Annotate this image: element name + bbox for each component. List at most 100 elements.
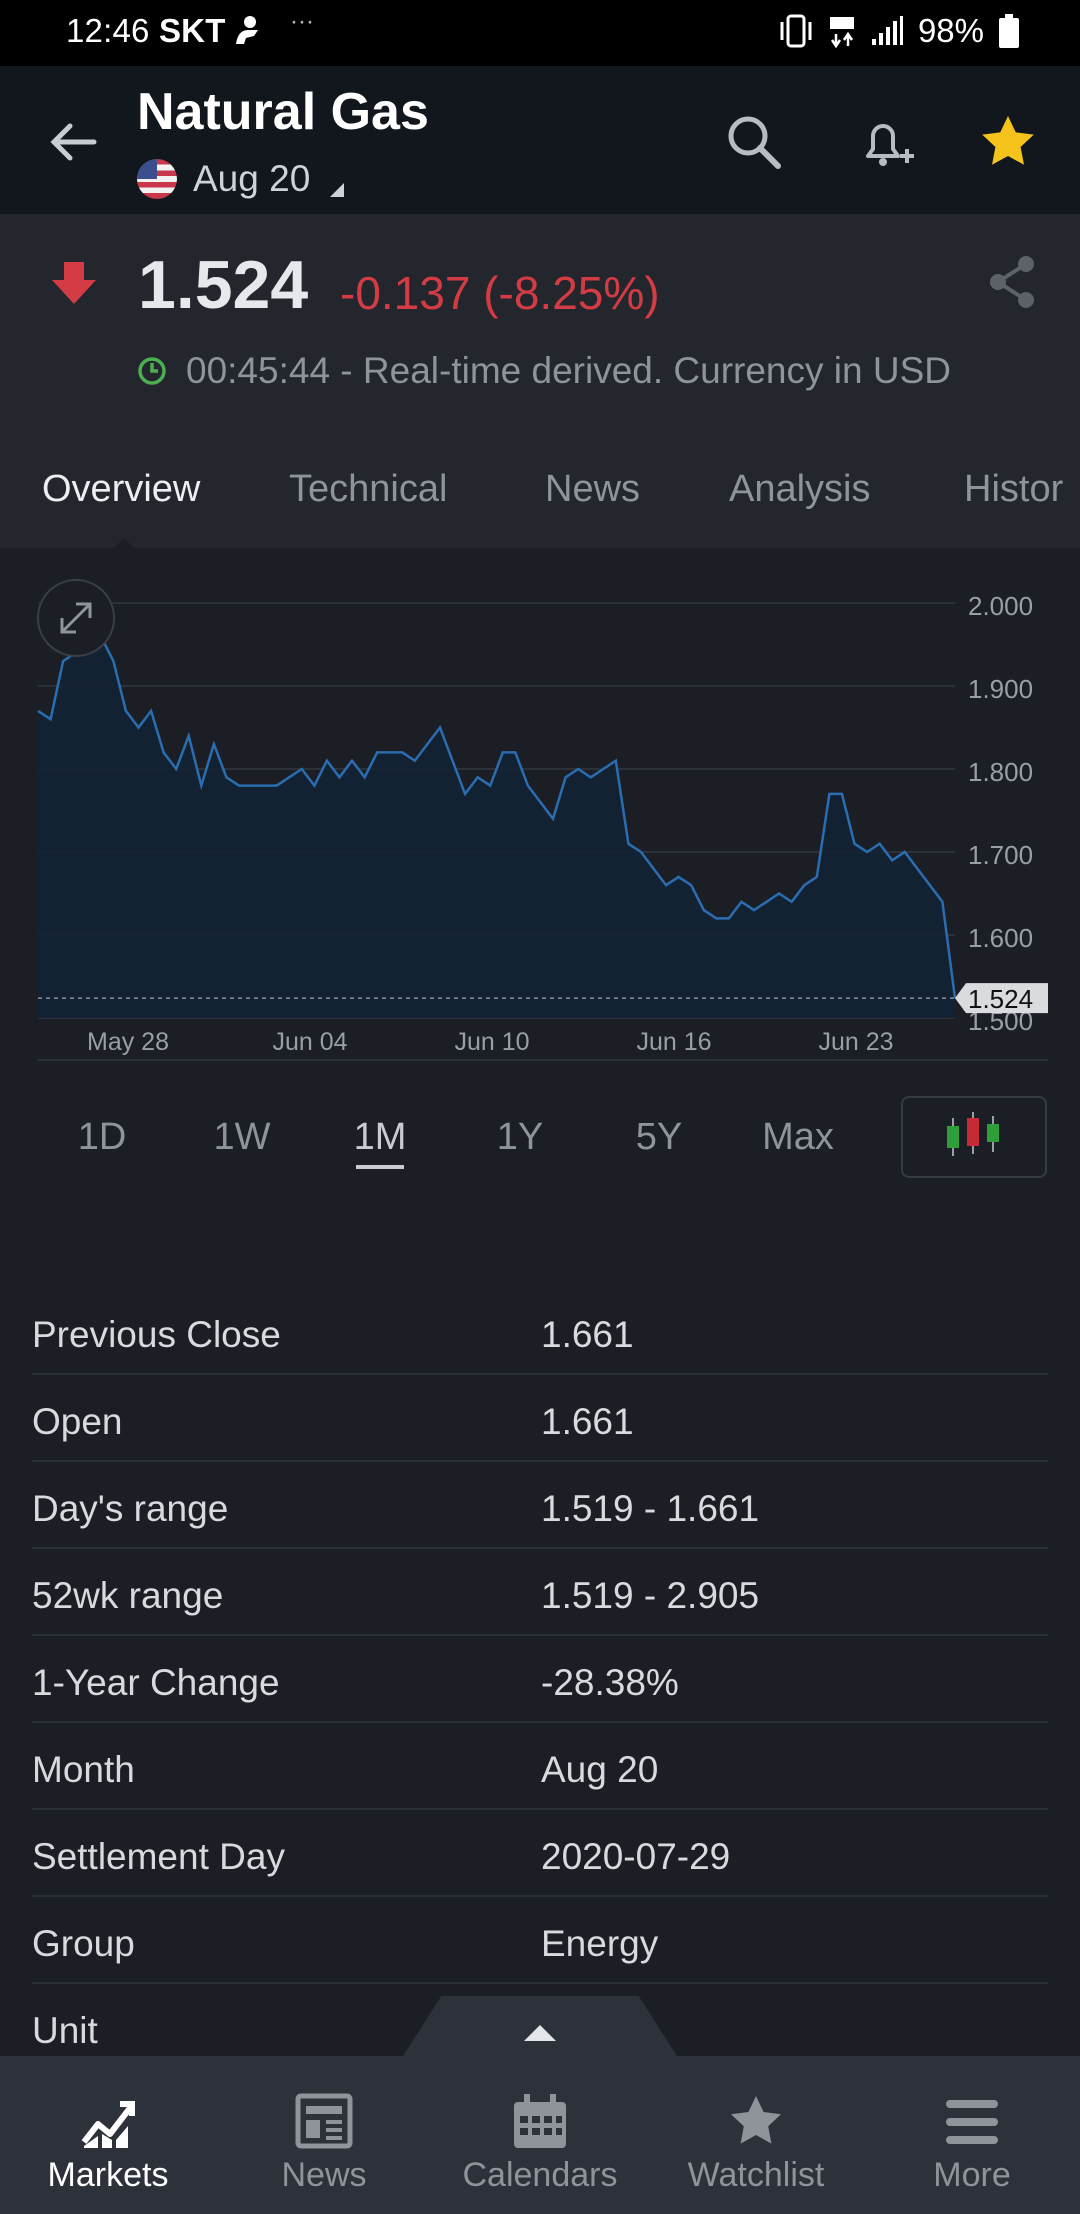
range-1w-button[interactable]: 1W bbox=[182, 1116, 302, 1159]
stat-value: 1.519 - 2.905 bbox=[541, 1575, 760, 1616]
range-selector: 1D 1W 1M 1Y 5Y Max bbox=[0, 1096, 1080, 1180]
lte-icon bbox=[829, 17, 854, 48]
stat-row: 1-Year Change -28.38% bbox=[32, 1636, 1048, 1723]
stat-label: Open bbox=[32, 1401, 123, 1442]
nav-news[interactable]: News bbox=[216, 2056, 432, 2214]
tab-technical[interactable]: Technical bbox=[289, 468, 447, 511]
x-tick-label: May 28 bbox=[87, 1028, 169, 1056]
stat-label: Settlement Day bbox=[32, 1836, 285, 1877]
y-tick-label: 1.700 bbox=[968, 840, 1033, 870]
candlestick-icon bbox=[947, 1112, 999, 1156]
chevron-up-icon[interactable] bbox=[524, 2025, 556, 2041]
search-icon[interactable] bbox=[722, 110, 786, 174]
news-icon bbox=[295, 2093, 353, 2149]
share-icon[interactable] bbox=[986, 254, 1038, 310]
favorite-star-icon[interactable] bbox=[976, 110, 1040, 174]
star-icon bbox=[731, 2096, 781, 2144]
quote-panel: 1.524 -0.137 (-8.25%) 00:45:44 - Real-ti… bbox=[0, 214, 1080, 424]
nav-label: Watchlist bbox=[687, 2156, 825, 2194]
stat-row: Previous Close 1.661 bbox=[32, 1288, 1048, 1375]
y-tick-label: 1.800 bbox=[968, 757, 1033, 787]
chart-svg: 2.0001.9001.8001.7001.6001.5001.524May 2… bbox=[37, 579, 1048, 1061]
stat-label: Month bbox=[32, 1749, 135, 1790]
stat-row: Day's range 1.519 - 1.661 bbox=[32, 1462, 1048, 1549]
y-tick-label: 1.600 bbox=[968, 923, 1033, 953]
stat-value: 2020-07-29 bbox=[541, 1836, 731, 1877]
stat-row: 52wk range 1.519 - 2.905 bbox=[32, 1549, 1048, 1636]
price-change: -0.137 (-8.25%) bbox=[340, 267, 660, 319]
calendar-icon bbox=[514, 2094, 566, 2148]
price-chart[interactable]: 2.000 1.900 1.800 1.700 1.600 1.500 1.524 May 2… bbox=[0, 548, 1080, 1068]
battery-icon bbox=[999, 14, 1019, 48]
stat-value: -28.38% bbox=[541, 1662, 679, 1703]
status-time: 12:46 SKT bbox=[66, 12, 226, 49]
expand-chart-icon[interactable] bbox=[37, 579, 115, 657]
tab-history[interactable]: Histor bbox=[964, 468, 1063, 511]
add-alert-icon[interactable] bbox=[854, 110, 918, 174]
x-tick-label: Jun 23 bbox=[818, 1028, 893, 1056]
stat-value: 1.661 bbox=[541, 1401, 634, 1442]
stat-label: Previous Close bbox=[32, 1314, 281, 1355]
menu-icon bbox=[946, 2100, 998, 2144]
nav-label: Calendars bbox=[462, 2156, 618, 2194]
nav-more[interactable]: More bbox=[864, 2056, 1080, 2214]
page-title: Natural Gas bbox=[137, 83, 429, 141]
stat-value: Aug 20 bbox=[541, 1749, 659, 1790]
y-tick-label: 1.900 bbox=[968, 674, 1033, 704]
down-arrow-icon bbox=[52, 262, 96, 304]
stat-label: Group bbox=[32, 1923, 135, 1964]
nav-watchlist[interactable]: Watchlist bbox=[648, 2056, 864, 2214]
nav-markets[interactable]: Markets bbox=[0, 2056, 216, 2214]
tab-bar: Overview Technical News Analysis Histor bbox=[0, 424, 1080, 548]
candlestick-toggle-button[interactable] bbox=[901, 1096, 1047, 1178]
nav-calendars[interactable]: Calendars bbox=[432, 2056, 648, 2214]
last-price: 1.524 bbox=[138, 247, 309, 323]
stat-value: Energy bbox=[541, 1923, 659, 1964]
x-tick-label: Jun 04 bbox=[272, 1028, 347, 1056]
stat-label: Unit bbox=[32, 2010, 98, 2051]
x-tick-label: Jun 10 bbox=[454, 1028, 529, 1056]
nav-label: Markets bbox=[47, 2156, 169, 2194]
contract-selector[interactable]: Aug 20 bbox=[137, 158, 345, 200]
realtime-text: 00:45:44 - Real-time derived. Currency i… bbox=[186, 350, 951, 391]
stat-value: 1.519 - 1.661 bbox=[541, 1488, 760, 1529]
back-arrow-icon[interactable] bbox=[44, 114, 100, 170]
clock-icon bbox=[138, 357, 166, 385]
app-header: Natural Gas Aug 20 bbox=[0, 66, 1080, 214]
range-5y-button[interactable]: 5Y bbox=[599, 1116, 719, 1159]
stat-row: Month Aug 20 bbox=[32, 1723, 1048, 1810]
last-value-label: 1.524 bbox=[968, 984, 1033, 1014]
markets-icon bbox=[81, 2101, 135, 2148]
nav-label: News bbox=[281, 2156, 367, 2194]
stat-row: Group Energy bbox=[32, 1897, 1048, 1984]
signal-icon bbox=[871, 16, 903, 45]
stat-label: Day's range bbox=[32, 1488, 229, 1529]
area-fill bbox=[38, 636, 955, 1018]
us-flag-icon bbox=[137, 159, 177, 199]
stat-label: 1-Year Change bbox=[32, 1662, 280, 1703]
stat-value: 1.661 bbox=[541, 1314, 634, 1355]
stats-table: Previous Close 1.661 Open 1.661 Day's range 1… bbox=[32, 1288, 1048, 2071]
battery-percent: 98% bbox=[917, 12, 984, 49]
bottom-navigation: Markets News Calendars Watchlist More bbox=[0, 2056, 1080, 2214]
realtime-info: 00:45:44 - Real-time derived. Currency i… bbox=[136, 350, 951, 392]
notification-icon bbox=[236, 16, 258, 44]
range-1d-button[interactable]: 1D bbox=[42, 1116, 162, 1159]
tab-analysis[interactable]: Analysis bbox=[729, 468, 871, 511]
tab-overview[interactable]: Overview bbox=[42, 468, 200, 511]
range-max-button[interactable]: Max bbox=[738, 1116, 858, 1159]
stat-label: 52wk range bbox=[32, 1575, 224, 1616]
contract-month: Aug 20 bbox=[193, 158, 311, 199]
stat-row: Settlement Day 2020-07-29 bbox=[32, 1810, 1048, 1897]
vibrate-icon bbox=[780, 14, 812, 48]
more-notifications-icon: ··· bbox=[290, 8, 314, 35]
status-bar: 12:46 SKT ··· 98% bbox=[0, 0, 1080, 66]
tab-news[interactable]: News bbox=[545, 468, 640, 511]
range-1y-button[interactable]: 1Y bbox=[460, 1116, 580, 1159]
dropdown-caret-icon bbox=[330, 183, 345, 197]
stat-row: Open 1.661 bbox=[32, 1375, 1048, 1462]
range-1m-button[interactable]: 1M bbox=[320, 1116, 440, 1169]
x-tick-label: Jun 16 bbox=[636, 1028, 711, 1056]
y-tick-label: 2.000 bbox=[968, 591, 1033, 621]
nav-label: More bbox=[933, 2156, 1011, 2194]
